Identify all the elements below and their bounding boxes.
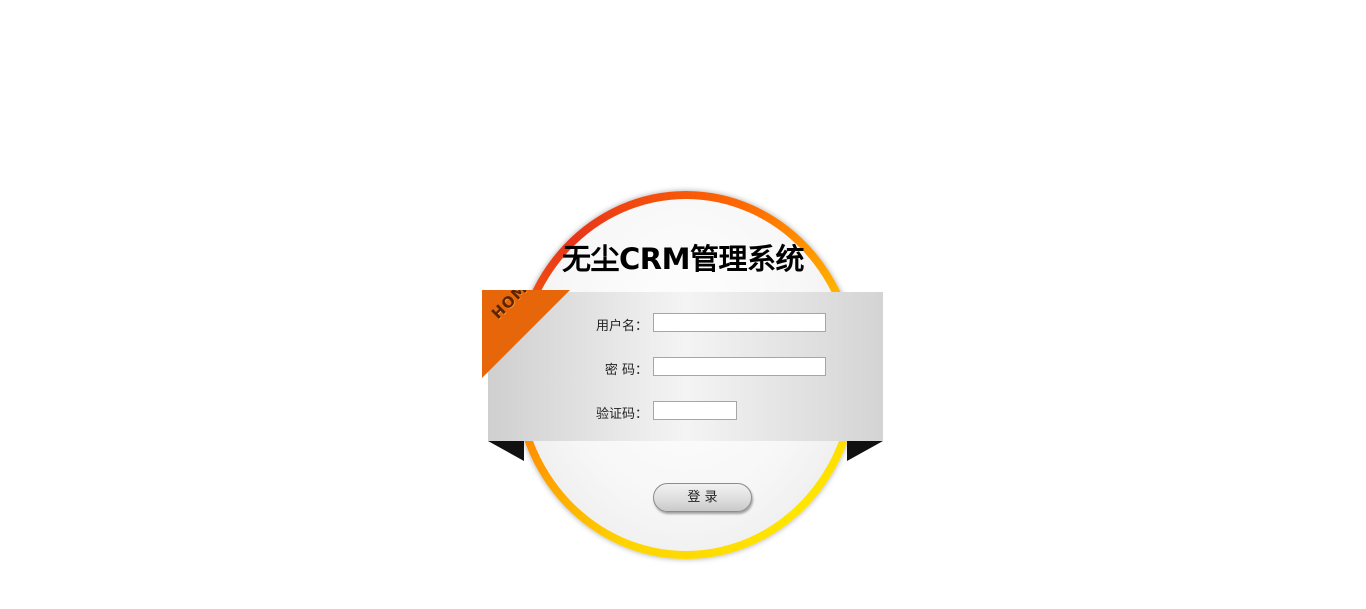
username-input[interactable]	[653, 313, 826, 332]
captcha-input[interactable]	[653, 401, 737, 420]
password-label: 密 码：	[604, 363, 648, 378]
username-label: 用户名：	[595, 319, 648, 334]
band-fold-right	[847, 441, 883, 461]
home-ribbon[interactable]: HOME	[482, 290, 572, 380]
page-title: 无尘CRM管理系统	[562, 242, 804, 276]
captcha-label: 验证码：	[595, 407, 648, 422]
login-button[interactable]: 登 录	[653, 483, 752, 512]
band-fold-left	[488, 441, 524, 461]
login-page: 无尘CRM管理系统 HOME 用户名： 密 码： 验证码： 登 录	[0, 0, 1366, 609]
password-input[interactable]	[653, 357, 826, 376]
